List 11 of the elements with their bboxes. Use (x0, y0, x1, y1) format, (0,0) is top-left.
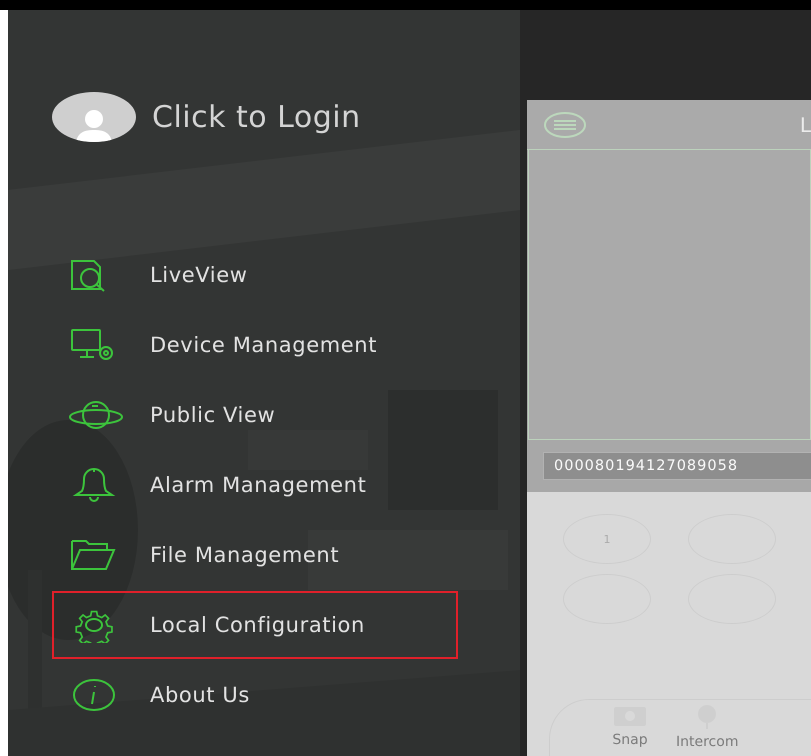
panel-title: L (800, 112, 811, 136)
highlight-frame[interactable]: Local Configuration (52, 591, 458, 659)
menu-item[interactable]: Local Configuration (150, 613, 365, 637)
menu-item[interactable]: About Us (150, 683, 250, 707)
login-link[interactable]: Click to Login (152, 100, 361, 134)
menu-item[interactable]: Alarm Management (150, 473, 366, 497)
menu-item[interactable]: Device Management (150, 333, 378, 357)
menu-item[interactable]: LiveView (150, 263, 248, 287)
menu-icon[interactable] (544, 112, 586, 138)
menu-item[interactable]: Public View (150, 403, 276, 427)
menu-item[interactable]: File Management (150, 543, 340, 567)
